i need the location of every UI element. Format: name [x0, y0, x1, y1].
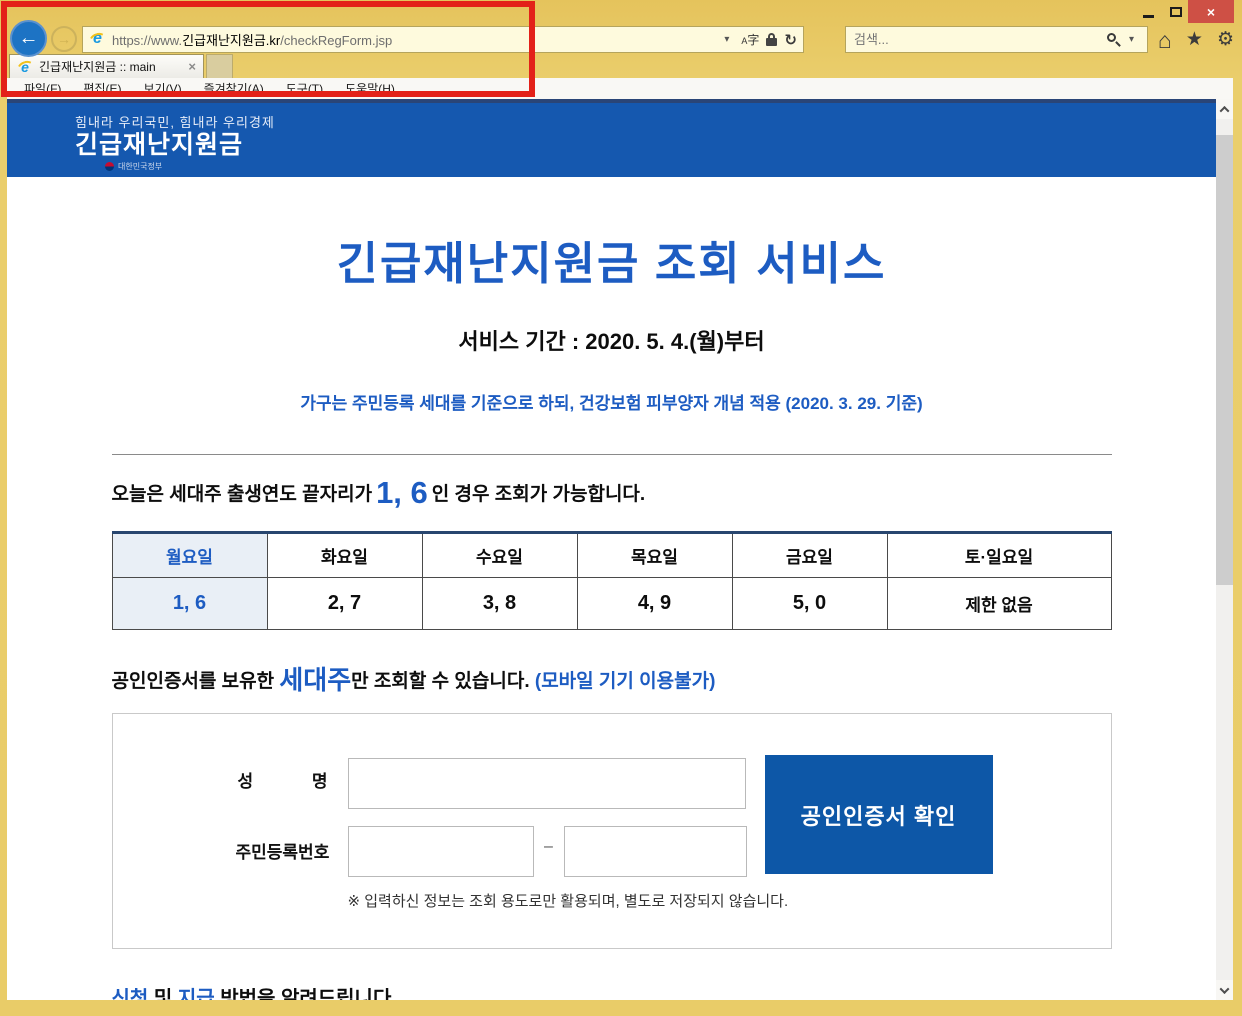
header-thursday: 목요일 — [577, 533, 732, 578]
name-label: 성 명 — [238, 767, 328, 792]
digits-weekend: 제한 없음 — [887, 578, 1111, 630]
table-header-row: 월요일 화요일 수요일 목요일 금요일 토·일요일 — [112, 533, 1111, 578]
header-weekend: 토·일요일 — [887, 533, 1111, 578]
search-dropdown-icon[interactable]: ▾ — [1129, 34, 1134, 45]
main-content: 긴급재난지원금 조회 서비스 서비스 기간 : 2020. 5. 4.(월)부터… — [112, 227, 1112, 1000]
scrollbar-down-icon — [1220, 984, 1230, 994]
close-button[interactable]: × — [1188, 0, 1234, 23]
menu-edit[interactable]: 편집(E) — [72, 80, 132, 97]
forward-icon: → — [57, 31, 71, 47]
digits-wednesday: 3, 8 — [422, 578, 577, 630]
minimize-button[interactable] — [1136, 2, 1160, 22]
settings-gear-icon[interactable]: ⚙ — [1217, 28, 1234, 51]
tab-close-icon[interactable]: × — [188, 59, 196, 74]
household-notice: 가구는 주민등록 세대를 기준으로 하되, 건강보험 피부양자 개념 적용 (2… — [112, 389, 1112, 414]
ie-icon: e — [89, 31, 106, 48]
mobile-restriction: (모바일 기기 이용불가) — [535, 671, 716, 692]
site-header: 힘내라 우리국민, 힘내라 우리경제 긴급재난지원금 대한민국정부 — [7, 99, 1216, 177]
translate-icon[interactable]: A字 — [741, 31, 759, 48]
url-domain: 긴급재난지원금.kr — [182, 33, 280, 48]
maximize-icon — [1170, 7, 1182, 17]
digits-friday: 5, 0 — [732, 578, 887, 630]
favorites-star-icon[interactable]: ★ — [1186, 28, 1203, 51]
lock-icon — [766, 33, 777, 46]
scrollbar-up-icon — [1220, 105, 1230, 115]
tab-title: 긴급재난지원금 :: main — [39, 58, 182, 75]
lookup-form: 성 명 주민등록번호 – 공인인증서 확인 ※ 입력하신 정보는 조회 용도로만… — [112, 713, 1112, 949]
browser-toolbar: ⌂ ★ ⚙ — [1158, 28, 1234, 51]
search-box[interactable]: ▾ — [845, 26, 1148, 53]
home-icon[interactable]: ⌂ — [1158, 29, 1172, 51]
site-slogan: 힘내라 우리국민, 힘내라 우리경제 — [75, 112, 1216, 131]
back-icon: ← — [19, 27, 39, 50]
ssn-back-input[interactable] — [564, 826, 747, 877]
site-logo: 긴급재난지원금 — [75, 132, 1216, 158]
web-page: 힘내라 우리국민, 힘내라 우리경제 긴급재난지원금 대한민국정부 긴급재난지원… — [7, 99, 1216, 1000]
vertical-scrollbar[interactable] — [1216, 99, 1233, 1000]
back-button[interactable]: ← — [10, 20, 47, 57]
scrollbar-down-button[interactable] — [1216, 980, 1233, 1000]
url-scheme: https://www. — [112, 33, 182, 48]
menu-view[interactable]: 보기(V) — [132, 80, 192, 97]
address-bar[interactable]: e https://www.긴급재난지원금.kr/checkRegForm.js… — [82, 26, 804, 53]
menu-file[interactable]: 파일(F) — [13, 80, 72, 97]
url-path: /checkRegForm.jsp — [280, 33, 392, 48]
new-tab-button[interactable] — [206, 54, 233, 78]
certificate-requirement-line: 공인인증서를 보유한 세대주만 조회할 수 있습니다. (모바일 기기 이용불가… — [112, 660, 1112, 697]
browser-tab[interactable]: e 긴급재난지원금 :: main × — [9, 54, 204, 78]
header-friday: 금요일 — [732, 533, 887, 578]
digits-tuesday: 2, 7 — [267, 578, 422, 630]
service-period: 서비스 기간 : 2020. 5. 4.(월)부터 — [112, 324, 1112, 356]
url-text: https://www.긴급재난지원금.kr/checkRegForm.jsp — [112, 30, 392, 49]
header-monday: 월요일 — [112, 533, 267, 578]
header-tuesday: 화요일 — [267, 533, 422, 578]
menu-tools[interactable]: 도구(T) — [275, 80, 334, 97]
forward-button[interactable]: → — [51, 26, 77, 52]
guide-heading: 신청 및 지급 방법을 알려드립니다. — [112, 982, 1112, 1000]
today-digits: 1, 6 — [372, 475, 432, 510]
header-wednesday: 수요일 — [422, 533, 577, 578]
table-value-row: 1, 6 2, 7 3, 8 4, 9 5, 0 제한 없음 — [112, 578, 1111, 630]
minimize-icon — [1143, 15, 1154, 18]
ssn-front-input[interactable] — [348, 826, 534, 877]
householder-emphasis: 세대주 — [279, 665, 351, 695]
maximize-button[interactable] — [1164, 2, 1188, 22]
browser-window: × ← → e https://www.긴급재난지원금.kr/checkRegF… — [0, 0, 1242, 1016]
scrollbar-thumb[interactable] — [1216, 135, 1233, 585]
gov-label: 대한민국정부 — [118, 161, 162, 172]
digits-thursday: 4, 9 — [577, 578, 732, 630]
page-title: 긴급재난지원금 조회 서비스 — [112, 227, 1112, 292]
address-bar-icons: ▾ A字 ↻ — [719, 31, 797, 49]
search-icon[interactable] — [1106, 32, 1122, 48]
menu-favorites[interactable]: 즐겨찾기(A) — [193, 80, 275, 97]
scrollbar-up-button[interactable] — [1216, 99, 1233, 119]
certificate-verify-button[interactable]: 공인인증서 확인 — [765, 755, 993, 874]
name-input[interactable] — [348, 758, 746, 809]
close-icon: × — [1207, 4, 1215, 20]
page-viewport: 힘내라 우리국민, 힘내라 우리경제 긴급재난지원금 대한민국정부 긴급재난지원… — [7, 99, 1233, 1000]
menu-bar: 파일(F) 편집(E) 보기(V) 즐겨찾기(A) 도구(T) 도움말(H) — [7, 78, 1233, 99]
search-input[interactable] — [854, 32, 1106, 47]
url-dropdown-icon[interactable]: ▾ — [724, 34, 729, 45]
refresh-icon[interactable]: ↻ — [784, 31, 797, 49]
ssn-separator: – — [534, 838, 564, 856]
digits-monday: 1, 6 — [112, 578, 267, 630]
gov-mark: 대한민국정부 — [105, 161, 1216, 172]
weekday-schedule-table: 월요일 화요일 수요일 목요일 금요일 토·일요일 1, 6 2, 7 3, 8… — [112, 531, 1112, 630]
tab-ie-icon: e — [17, 59, 33, 75]
menu-help[interactable]: 도움말(H) — [334, 80, 406, 97]
today-eligibility-line: 오늘은 세대주 출생연도 끝자리가1, 6인 경우 조회가 가능합니다. — [112, 475, 1112, 511]
privacy-note: ※ 입력하신 정보는 조회 용도로만 활용되며, 별도로 저장되지 않습니다. — [348, 890, 789, 911]
divider — [112, 454, 1112, 455]
ssn-label: 주민등록번호 — [236, 838, 330, 863]
taegeuk-icon — [105, 162, 114, 171]
